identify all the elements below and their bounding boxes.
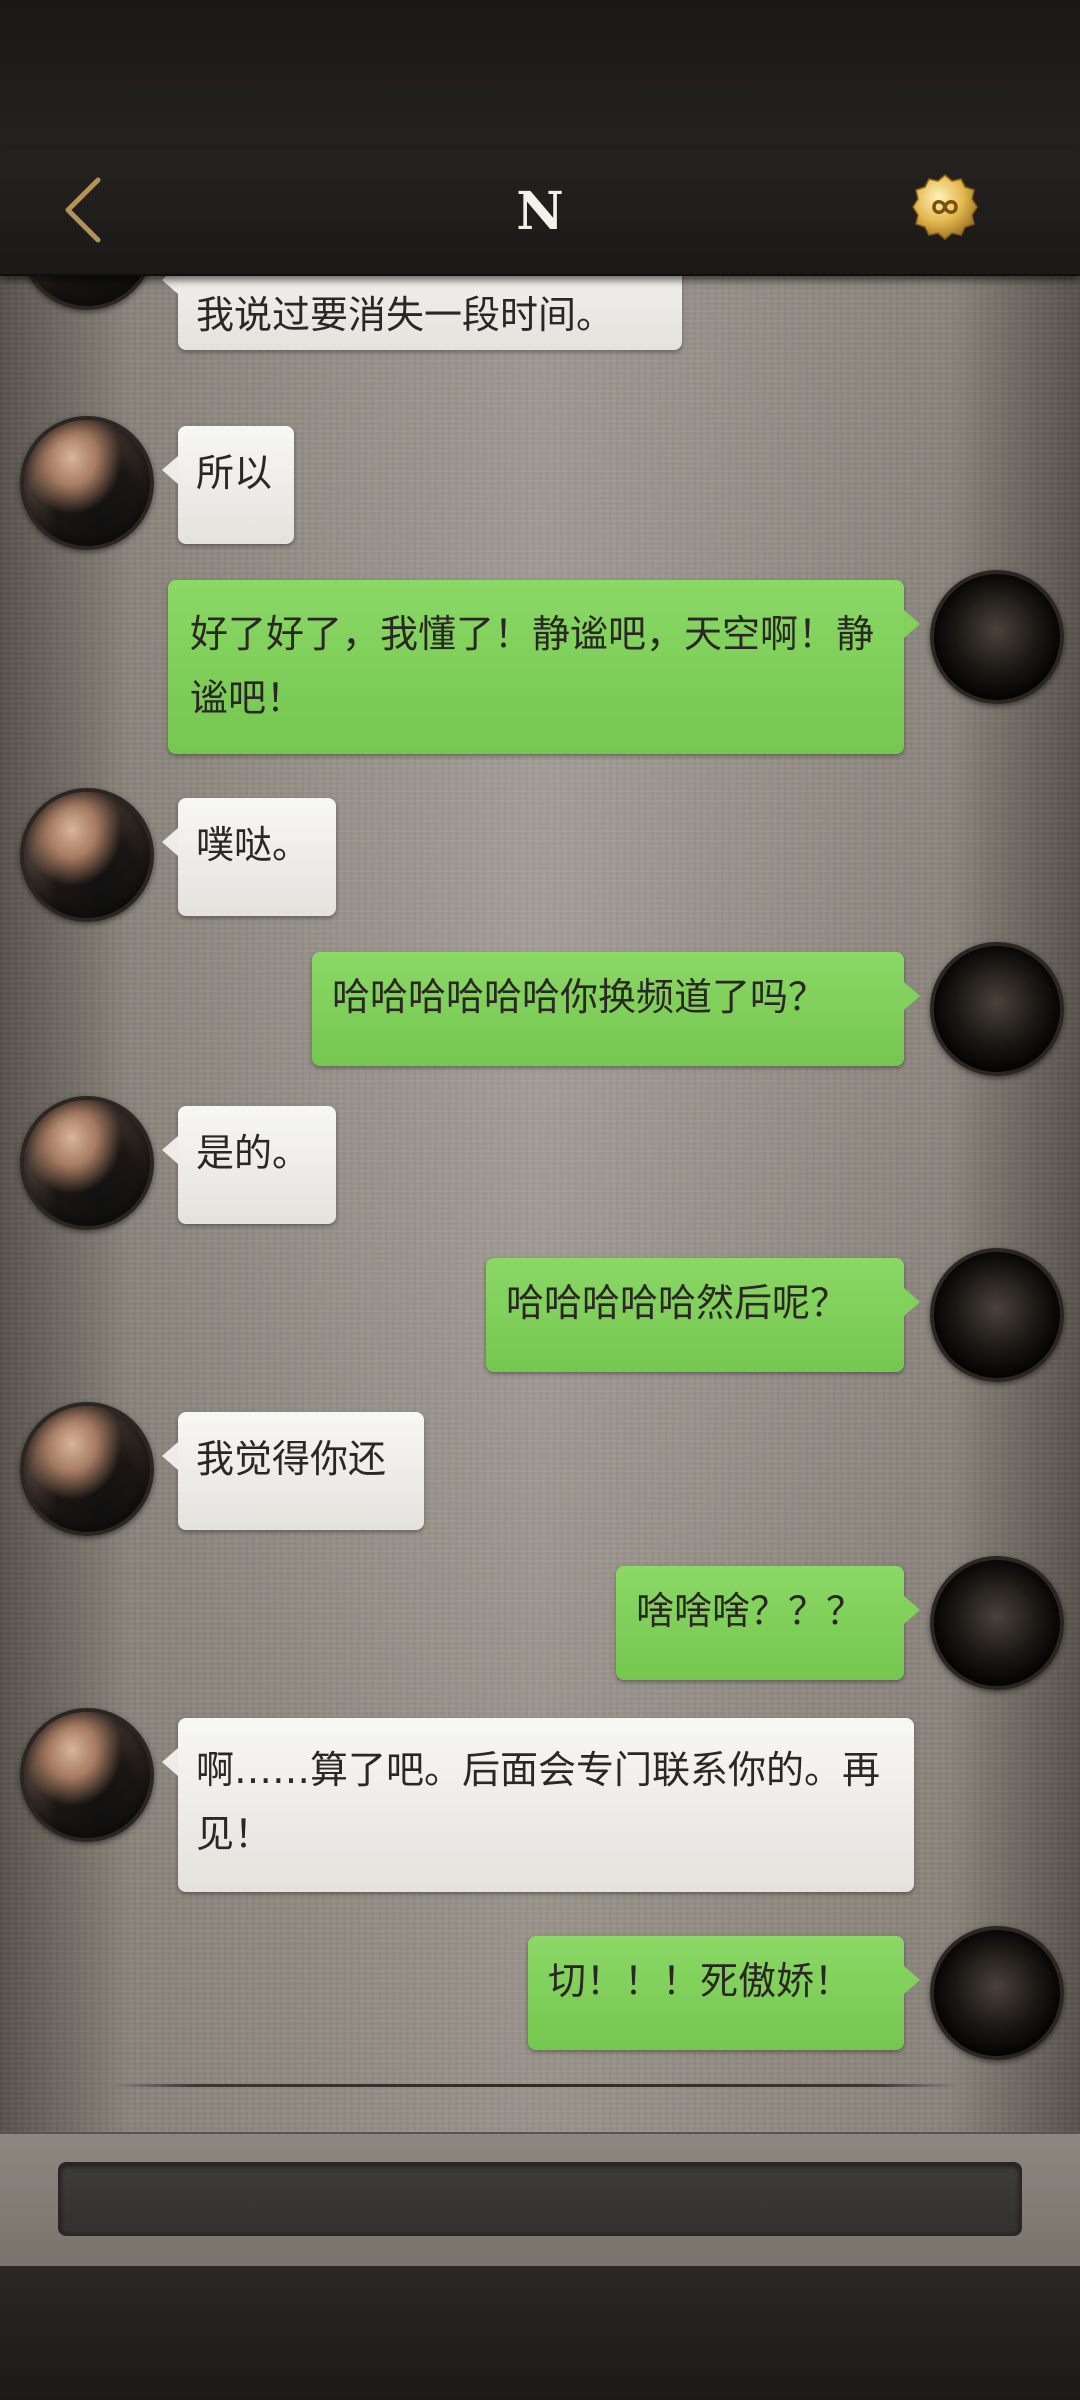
chat-messages-area[interactable]: 我说过要消失一段时间。 所以 好了好了，我懂了！静谧吧，天空啊！静谧吧！ 噗哒。… (0, 276, 1080, 2132)
contact-avatar[interactable] (20, 276, 154, 310)
contact-avatar[interactable] (20, 788, 154, 922)
outgoing-message-bubble[interactable]: 哈哈哈哈哈然后呢？ (486, 1258, 920, 1372)
incoming-message-bubble[interactable]: 啊……算了吧。后面会专门联系你的。再见！ (162, 1718, 914, 1892)
outgoing-message-bubble[interactable]: 好了好了，我懂了！静谧吧，天空啊！静谧吧！ (168, 580, 920, 754)
contact-avatar[interactable] (20, 1708, 154, 1842)
user-avatar[interactable] (930, 1926, 1064, 2060)
chat-header: N (0, 150, 1080, 276)
input-bar (0, 2132, 1080, 2266)
back-button[interactable] (52, 170, 122, 250)
system-navigation-bar (0, 2266, 1080, 2400)
incoming-message-bubble[interactable]: 是的。 (162, 1106, 336, 1224)
outgoing-message-bubble[interactable]: 哈哈哈哈哈哈你换频道了吗？ (312, 952, 920, 1066)
incoming-message-bubble[interactable]: 我觉得你还 (162, 1412, 424, 1530)
chat-end-divider (110, 2084, 960, 2087)
contact-name: N (516, 181, 564, 242)
incoming-message-bubble[interactable]: 我说过要消失一段时间。 (162, 276, 682, 350)
contact-avatar[interactable] (20, 1096, 154, 1230)
user-avatar[interactable] (930, 942, 1064, 1076)
user-avatar[interactable] (930, 1556, 1064, 1690)
contact-avatar[interactable] (20, 416, 154, 550)
user-avatar[interactable] (930, 570, 1064, 704)
infinity-coin-icon (912, 174, 978, 240)
status-bar (0, 0, 1080, 150)
message-input[interactable] (58, 2162, 1022, 2236)
user-avatar[interactable] (930, 1248, 1064, 1382)
chevron-left-icon (65, 177, 101, 243)
incoming-message-bubble[interactable]: 所以 (162, 426, 294, 544)
outgoing-message-bubble[interactable]: 切！！！死傲娇！ (528, 1936, 920, 2050)
coin-button[interactable] (910, 172, 980, 242)
outgoing-message-bubble[interactable]: 啥啥啥？？？ (616, 1566, 920, 1680)
incoming-message-bubble[interactable]: 噗哒。 (162, 798, 336, 916)
contact-avatar[interactable] (20, 1402, 154, 1536)
